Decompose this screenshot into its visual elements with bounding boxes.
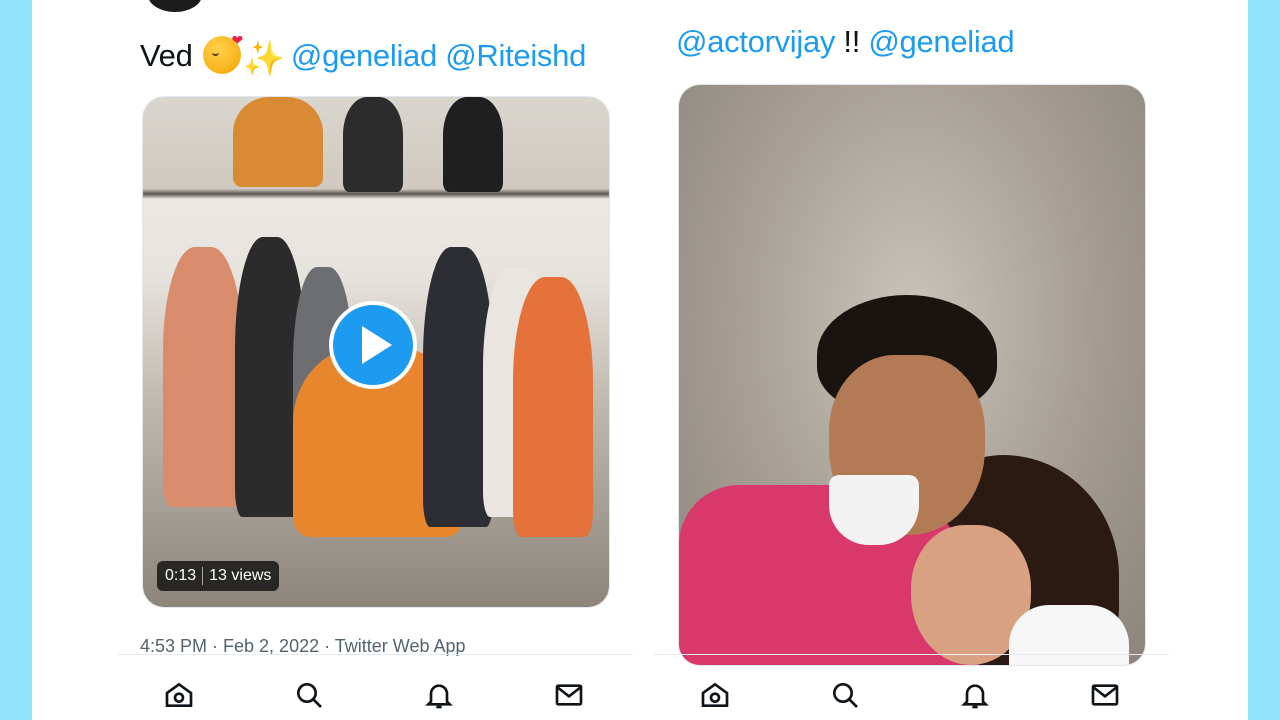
bell-icon[interactable] <box>958 678 992 712</box>
tweet-text-separator: !! <box>835 24 869 59</box>
bell-icon[interactable] <box>422 678 456 712</box>
home-icon[interactable] <box>698 678 732 712</box>
search-icon[interactable] <box>292 678 326 712</box>
left-tweet-panel: Ved ✨@geneliad @Riteishd 0:13 <box>118 0 633 720</box>
screenshot-canvas: Ved ✨@geneliad @Riteishd 0:13 <box>32 0 1248 720</box>
video-info-badge: 0:13 13 views <box>157 561 280 591</box>
mention-link-riteishd[interactable]: @Riteishd <box>445 38 586 73</box>
video-view-count: 13 views <box>209 567 272 584</box>
mail-icon[interactable] <box>1088 678 1122 712</box>
tweet-text: @actorvijay !! @geneliad <box>676 24 1015 60</box>
bottom-nav-left <box>118 656 633 720</box>
tweet-text: Ved ✨@geneliad @Riteishd <box>140 32 586 79</box>
nav-divider <box>654 654 1169 655</box>
avatar[interactable] <box>148 0 202 12</box>
mention-link-actorvijay[interactable]: @actorvijay <box>676 24 835 59</box>
play-icon <box>362 326 392 364</box>
video-player[interactable]: 0:13 13 views <box>142 96 610 608</box>
search-icon[interactable] <box>828 678 862 712</box>
bottom-nav-right <box>654 656 1169 720</box>
nav-divider <box>118 654 633 655</box>
mention-link-geneliad[interactable]: @geneliad <box>868 24 1014 59</box>
right-tweet-panel: @actorvijay !! @geneliad <box>654 0 1169 720</box>
kissing-face-emoji-icon <box>202 32 243 74</box>
tweet-text-prefix: Ved <box>140 38 201 73</box>
mention-link-geneliad[interactable]: @geneliad <box>291 38 437 73</box>
video-duration: 0:13 <box>157 567 204 585</box>
mail-icon[interactable] <box>552 678 586 712</box>
photo-figure <box>829 475 919 545</box>
tweet-photo[interactable] <box>678 84 1146 666</box>
home-icon[interactable] <box>162 678 196 712</box>
play-button[interactable] <box>329 301 417 389</box>
sparkles-emoji-icon: ✨ <box>242 40 285 78</box>
